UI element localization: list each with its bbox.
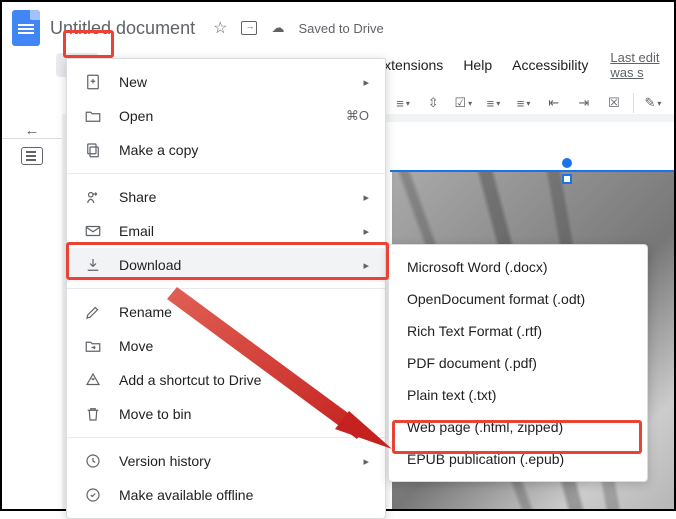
menu-version-history[interactable]: Version history ▸ <box>67 444 385 478</box>
docs-logo[interactable] <box>12 10 40 46</box>
outline-icon[interactable] <box>21 147 43 165</box>
download-epub[interactable]: EPUB publication (.epub) <box>389 443 647 475</box>
trash-icon <box>83 404 103 424</box>
saved-status: Saved to Drive <box>298 21 383 36</box>
menu-add-shortcut[interactable]: Add a shortcut to Drive <box>67 363 385 397</box>
menu-new[interactable]: New ▸ <box>67 65 385 99</box>
clear-format-button[interactable]: ☒ <box>603 90 625 116</box>
outdent-button[interactable]: ⇤ <box>543 90 565 116</box>
move-folder-icon <box>83 336 103 356</box>
mode-button[interactable]: ✎▾ <box>642 90 664 116</box>
offline-icon <box>83 485 103 505</box>
email-icon <box>83 221 103 241</box>
line-spacing-button[interactable]: ⇳ <box>422 90 444 116</box>
doc-title[interactable]: Untitled document <box>50 18 195 39</box>
menu-move[interactable]: Move <box>67 329 385 363</box>
submenu-arrow-icon: ▸ <box>363 259 369 272</box>
download-docx[interactable]: Microsoft Word (.docx) <box>389 251 647 283</box>
move-icon[interactable] <box>241 21 257 35</box>
last-edit-link[interactable]: Last edit was s <box>610 50 674 80</box>
indent-button[interactable]: ⇥ <box>573 90 595 116</box>
share-icon <box>83 187 103 207</box>
cloud-status-icon[interactable]: ☁ <box>271 20 284 36</box>
checklist-button[interactable]: ☑▾ <box>452 90 474 116</box>
drive-shortcut-icon <box>83 370 103 390</box>
star-icon[interactable]: ☆ <box>213 18 227 38</box>
numbered-list-button[interactable]: ≡▾ <box>513 90 535 116</box>
download-odt[interactable]: OpenDocument format (.odt) <box>389 283 647 315</box>
submenu-arrow-icon: ▸ <box>363 225 369 238</box>
copy-icon <box>83 140 103 160</box>
download-txt[interactable]: Plain text (.txt) <box>389 379 647 411</box>
history-icon <box>83 451 103 471</box>
submenu-arrow-icon: ▸ <box>363 191 369 204</box>
folder-icon <box>83 106 103 126</box>
bulleted-list-button[interactable]: ≡▾ <box>482 90 504 116</box>
file-dropdown: New ▸ Open ⌘O Make a copy Share ▸ Email … <box>66 58 386 519</box>
selection-handle[interactable] <box>562 158 572 168</box>
shortcut: ⌘O <box>346 108 369 124</box>
align-button[interactable]: ≡▾ <box>392 90 414 116</box>
new-doc-icon <box>83 72 103 92</box>
submenu-arrow-icon: ▸ <box>363 455 369 468</box>
back-arrow-icon[interactable]: ← <box>25 122 40 139</box>
menu-rename[interactable]: Rename <box>67 295 385 329</box>
download-html[interactable]: Web page (.html, zipped) <box>389 411 647 443</box>
menu-email[interactable]: Email ▸ <box>67 214 385 248</box>
menu-help[interactable]: Help <box>453 53 502 77</box>
menu-download[interactable]: Download ▸ <box>67 248 385 282</box>
menu-accessibility[interactable]: Accessibility <box>502 53 598 77</box>
download-icon <box>83 255 103 275</box>
selection-handle[interactable] <box>562 174 572 184</box>
rename-icon <box>83 302 103 322</box>
download-rtf[interactable]: Rich Text Format (.rtf) <box>389 315 647 347</box>
menu-share[interactable]: Share ▸ <box>67 180 385 214</box>
menu-available-offline[interactable]: Make available offline <box>67 478 385 512</box>
menu-move-to-bin[interactable]: Move to bin <box>67 397 385 431</box>
download-submenu: Microsoft Word (.docx) OpenDocument form… <box>388 244 648 482</box>
download-pdf[interactable]: PDF document (.pdf) <box>389 347 647 379</box>
menu-make-copy[interactable]: Make a copy <box>67 133 385 167</box>
selection-border <box>390 170 674 172</box>
menu-open[interactable]: Open ⌘O <box>67 99 385 133</box>
submenu-arrow-icon: ▸ <box>363 76 369 89</box>
